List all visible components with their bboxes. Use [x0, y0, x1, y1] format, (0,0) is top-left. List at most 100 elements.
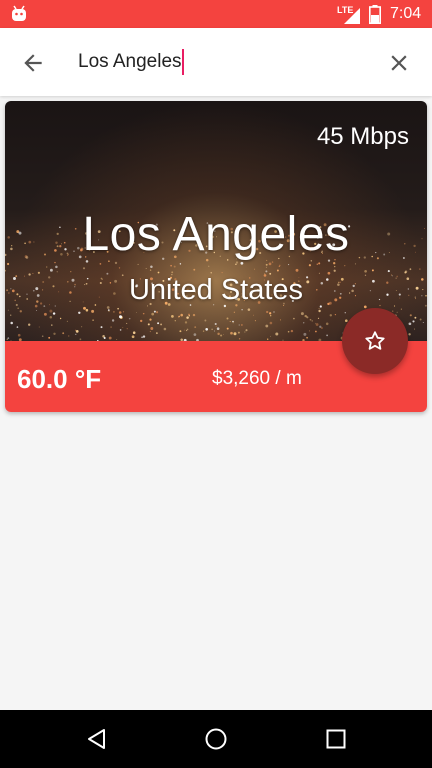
- city-light-dot: [7, 337, 10, 339]
- city-light-dot: [160, 323, 163, 326]
- back-triangle-icon[interactable]: [85, 727, 109, 751]
- city-light-dot: [17, 333, 21, 337]
- city-light-dot: [237, 331, 240, 334]
- city-light-dot: [145, 267, 147, 270]
- city-light-dot: [354, 263, 357, 265]
- city-light-dot: [156, 311, 159, 314]
- city-light-dot: [184, 321, 188, 324]
- clock-time: 7:04: [390, 5, 422, 22]
- city-light-dot: [66, 320, 68, 322]
- city-light-dot: [19, 310, 22, 313]
- city-light-dot: [419, 318, 422, 321]
- close-icon[interactable]: [386, 50, 412, 76]
- cost-of-living: $3,260 / m: [212, 368, 302, 389]
- city-light-dot: [118, 267, 121, 269]
- city-light-dot: [290, 329, 294, 333]
- city-light-dot: [303, 332, 307, 336]
- city-light-dot: [334, 265, 336, 268]
- city-light-dot: [46, 266, 48, 268]
- city-light-dot: [131, 335, 135, 339]
- city-light-dot: [183, 329, 185, 331]
- city-light-dot: [319, 325, 322, 328]
- city-light-dot: [220, 334, 223, 337]
- city-light-dot: [17, 307, 19, 309]
- city-light-dot: [75, 333, 77, 335]
- city-light-dot: [140, 319, 143, 323]
- city-light-dot: [10, 314, 12, 316]
- city-light-dot: [194, 326, 197, 328]
- city-light-dot: [81, 326, 83, 328]
- city-light-dot: [6, 338, 8, 340]
- city-light-dot: [306, 336, 308, 339]
- city-light-dot: [392, 310, 394, 312]
- city-light-dot: [400, 308, 402, 310]
- favorite-button[interactable]: [342, 308, 408, 374]
- city-light-dot: [422, 321, 424, 324]
- city-light-dot: [267, 338, 269, 340]
- city-light-dot: [49, 316, 53, 319]
- temperature: 60.0 °F: [17, 364, 102, 394]
- city-light-dot: [149, 318, 152, 321]
- city-light-dot: [304, 314, 307, 318]
- city-light-dot: [99, 263, 102, 265]
- city-light-dot: [185, 330, 187, 332]
- city-light-dot: [41, 335, 44, 337]
- city-light-dot: [28, 323, 31, 326]
- city-light-dot: [254, 268, 255, 270]
- city-light-dot: [408, 322, 412, 326]
- city-light-dot: [5, 269, 6, 272]
- city-light-dot: [232, 320, 234, 323]
- city-light-dot: [295, 268, 299, 272]
- city-light-dot: [318, 307, 320, 310]
- city-light-dot: [59, 317, 62, 320]
- city-light-dot: [54, 261, 56, 264]
- city-light-dot: [270, 315, 272, 317]
- city-light-dot: [113, 311, 115, 313]
- city-light-dot: [409, 268, 412, 271]
- city-light-dot: [270, 335, 271, 337]
- home-circle-icon[interactable]: [204, 727, 228, 751]
- city-light-dot: [85, 308, 89, 312]
- city-light-dot: [118, 311, 122, 314]
- city-light-dot: [273, 311, 275, 313]
- city-light-dot: [214, 322, 217, 326]
- city-light-dot: [265, 263, 268, 266]
- city-light-dot: [276, 269, 279, 272]
- city-light-dot: [333, 262, 336, 265]
- city-light-dot: [51, 324, 53, 326]
- city-light-dot: [111, 319, 115, 322]
- city-light-dot: [232, 322, 234, 324]
- city-light-dot: [7, 309, 9, 311]
- city-light-dot: [178, 315, 181, 318]
- city-light-dot: [179, 263, 182, 265]
- city-light-dot: [7, 262, 10, 266]
- city-light-dot: [317, 317, 320, 320]
- star-outline-icon: [365, 331, 385, 350]
- city-light-dot: [202, 330, 205, 332]
- city-light-dot: [117, 307, 119, 310]
- arrow-left-icon[interactable]: [20, 50, 46, 76]
- city-light-dot: [287, 330, 290, 333]
- city-light-dot: [229, 320, 231, 323]
- city-light-dot: [214, 330, 216, 332]
- city-light-dot: [238, 324, 240, 326]
- city-light-dot: [38, 326, 40, 328]
- city-light-dot: [314, 322, 316, 324]
- city-light-dot: [241, 308, 243, 311]
- search-input[interactable]: [78, 46, 368, 78]
- recents-square-icon[interactable]: [324, 727, 348, 751]
- city-light-dot: [186, 316, 189, 319]
- android-notification-icon: [12, 5, 26, 21]
- city-light-dot: [344, 265, 346, 267]
- city-name: Los Angeles: [82, 208, 350, 261]
- city-light-dot: [316, 263, 319, 266]
- city-light-dot: [404, 270, 408, 273]
- city-light-dot: [67, 335, 70, 337]
- city-light-dot: [116, 339, 118, 341]
- city-light-dot: [334, 313, 337, 316]
- city-light-dot: [419, 268, 421, 270]
- city-light-dot: [132, 331, 136, 334]
- city-light-dot: [179, 330, 182, 333]
- city-light-dot: [52, 312, 56, 315]
- city-light-dot: [110, 326, 112, 328]
